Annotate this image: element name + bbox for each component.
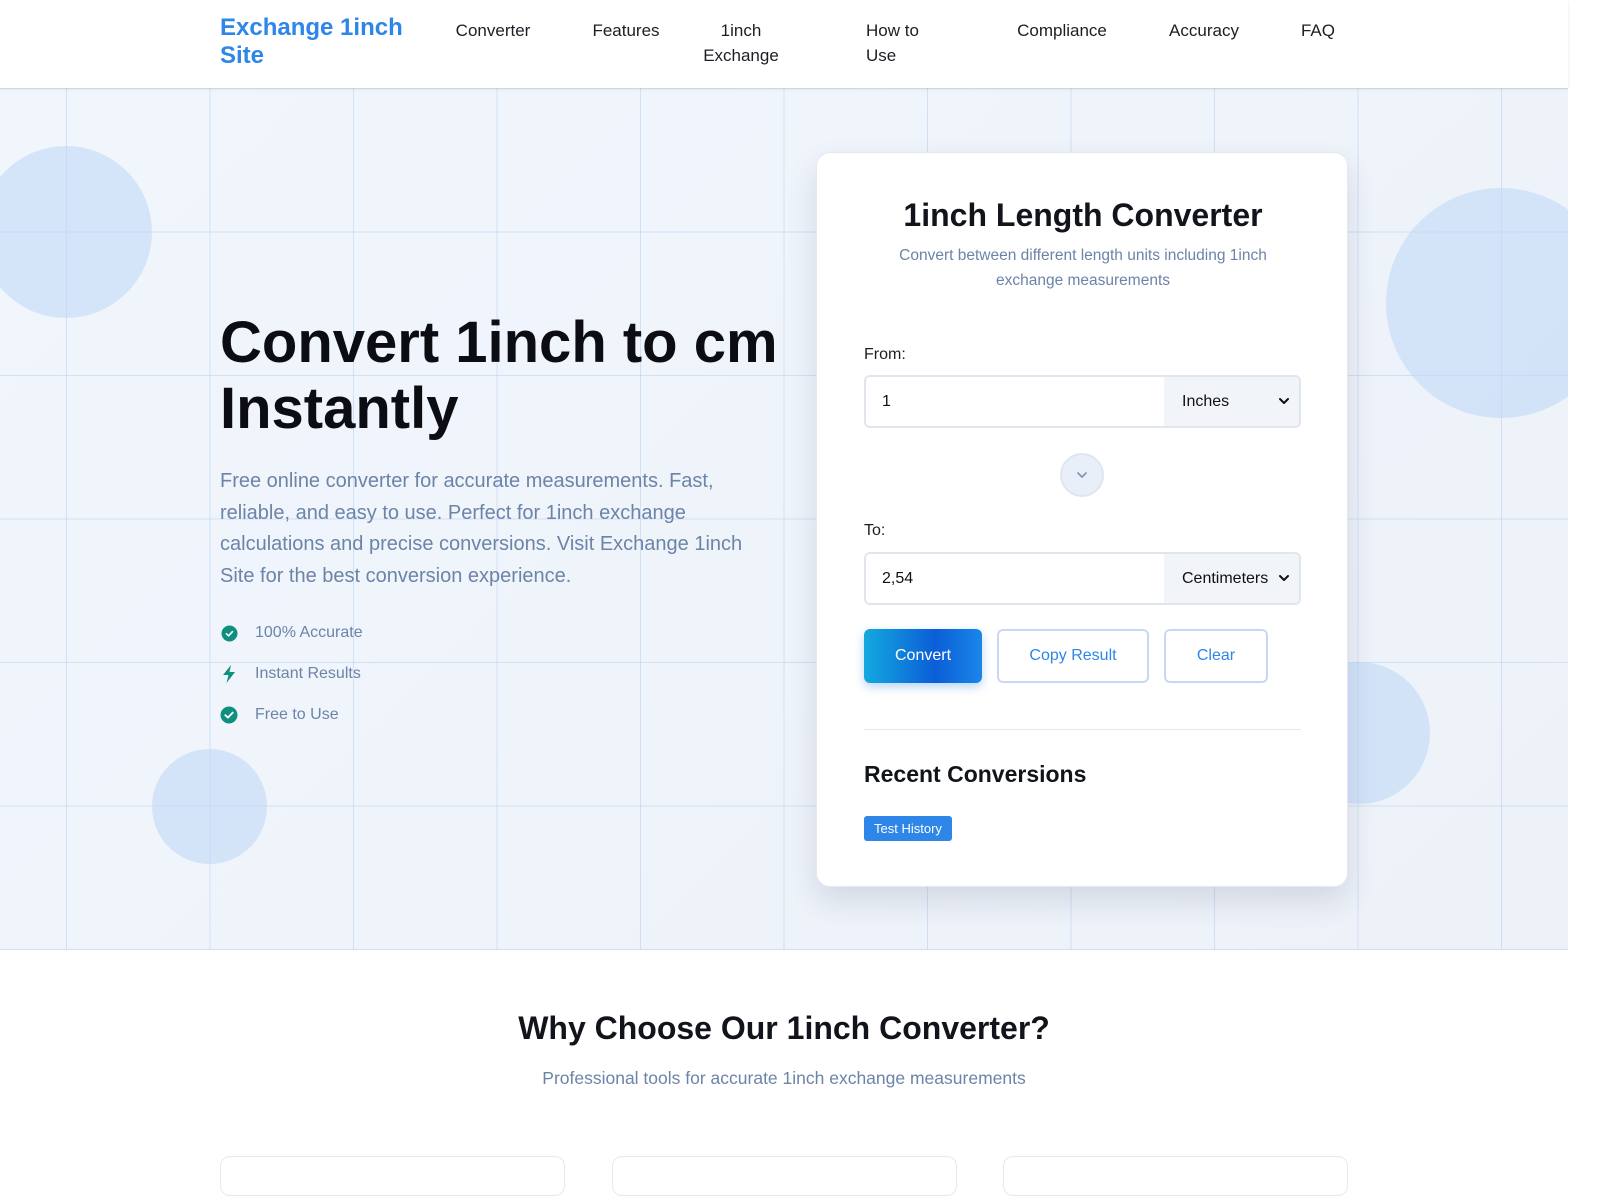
chevron-down-icon xyxy=(1279,377,1289,426)
to-unit-select[interactable]: Centimeters xyxy=(1164,554,1299,603)
copy-result-button[interactable]: Copy Result xyxy=(997,629,1149,683)
nav-accuracy[interactable]: Accuracy xyxy=(1167,18,1241,43)
nav-1inch-exchange[interactable]: 1inch Exchange xyxy=(700,18,782,68)
to-unit-value: Centimeters xyxy=(1182,570,1269,587)
hero-description: Free online converter for accurate measu… xyxy=(220,470,743,587)
chevron-down-icon xyxy=(1279,554,1289,603)
feature-item: 100% Accurate xyxy=(220,621,363,645)
from-label: From: xyxy=(864,346,906,363)
converter-card: 1inch Length Converter Convert between d… xyxy=(816,152,1348,887)
recent-conversions-title: Recent Conversions xyxy=(864,761,1087,787)
feature-label: Free to Use xyxy=(255,706,339,723)
feature-item: Instant Results xyxy=(220,662,361,686)
site-header: Exchange 1inch Site Converter Features 1… xyxy=(0,0,1568,88)
nav-how-to-use[interactable]: How to Use xyxy=(862,18,936,68)
why-title: Why Choose Our 1inch Converter? xyxy=(518,1010,1050,1046)
to-value-input[interactable]: 2,54 xyxy=(866,554,1164,603)
from-value-input[interactable]: 1 xyxy=(866,377,1164,426)
converter-subtitle: Convert between different length units i… xyxy=(899,247,1267,289)
feature-card xyxy=(220,1156,565,1196)
feature-label: 100% Accurate xyxy=(255,624,363,641)
feature-label: Instant Results xyxy=(255,665,361,682)
to-label: To: xyxy=(864,522,886,539)
decor-circle xyxy=(0,146,152,318)
nav-converter[interactable]: Converter xyxy=(455,18,531,43)
hero-section: Convert 1inch to cm Instantly Free onlin… xyxy=(0,88,1568,950)
feature-card xyxy=(1003,1156,1348,1196)
clear-button[interactable]: Clear xyxy=(1164,629,1268,683)
hero-title: Convert 1inch to cm Instantly xyxy=(220,310,778,441)
check-circle-icon xyxy=(220,706,238,724)
decor-circle xyxy=(1386,188,1568,418)
nav-how-to-use-label: How to Use xyxy=(866,21,919,65)
check-badge-icon xyxy=(220,624,238,642)
nav-compliance[interactable]: Compliance xyxy=(1016,18,1108,43)
convert-button[interactable]: Convert xyxy=(864,629,982,683)
decor-circle xyxy=(152,749,267,864)
history-chip[interactable]: Test History xyxy=(864,816,952,841)
nav-faq[interactable]: FAQ xyxy=(1300,18,1336,43)
swap-units-button[interactable] xyxy=(1060,453,1104,497)
divider xyxy=(864,729,1301,730)
from-unit-value: Inches xyxy=(1182,393,1230,410)
site-logo[interactable]: Exchange 1inch Site xyxy=(220,14,420,70)
nav-features[interactable]: Features xyxy=(592,18,660,43)
chevron-down-icon xyxy=(1076,466,1088,484)
bolt-icon xyxy=(220,665,238,683)
feature-item: Free to Use xyxy=(220,703,339,727)
from-input-group: 1 Inches xyxy=(864,375,1301,428)
converter-title: 1inch Length Converter xyxy=(903,197,1263,233)
feature-card xyxy=(612,1156,957,1196)
why-subtitle: Professional tools for accurate 1inch ex… xyxy=(542,1068,1026,1088)
from-unit-select[interactable]: Inches xyxy=(1164,377,1299,426)
to-input-group: 2,54 Centimeters xyxy=(864,552,1301,605)
